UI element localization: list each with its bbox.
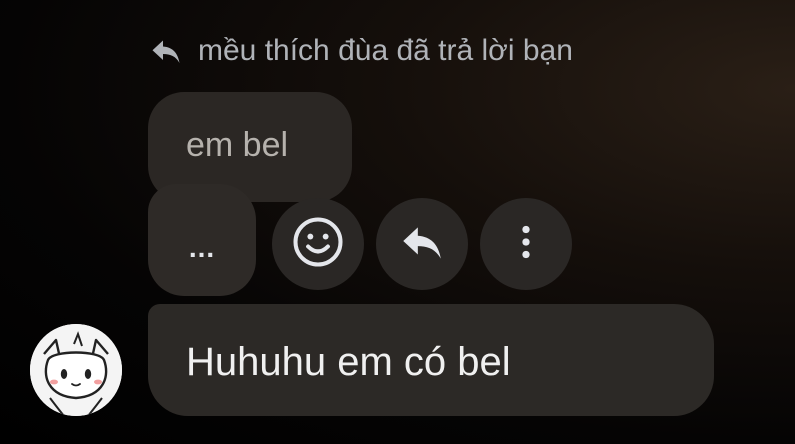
reply-icon — [397, 217, 447, 272]
reply-context-text: mều thích đùa đã trả lời bạn — [198, 34, 573, 67]
more-content-indicator[interactable]: ... — [148, 184, 256, 296]
quoted-message-text: em bel — [186, 126, 289, 164]
vertical-dots-icon — [506, 220, 546, 269]
ellipsis-text: ... — [188, 232, 216, 263]
cartoon-cat-avatar-icon — [30, 324, 122, 416]
more-options-button[interactable] — [480, 198, 572, 290]
avatar[interactable] — [30, 324, 122, 416]
reply-icon — [146, 31, 186, 71]
smiley-icon — [291, 215, 345, 274]
react-button[interactable] — [272, 198, 364, 290]
reply-context-header: mều thích đùa đã trả lời bạn — [146, 30, 573, 72]
message-text: Huhuhu em có bel — [186, 340, 511, 384]
reply-button[interactable] — [376, 198, 468, 290]
message-bubble[interactable]: Huhuhu em có bel — [148, 304, 714, 416]
